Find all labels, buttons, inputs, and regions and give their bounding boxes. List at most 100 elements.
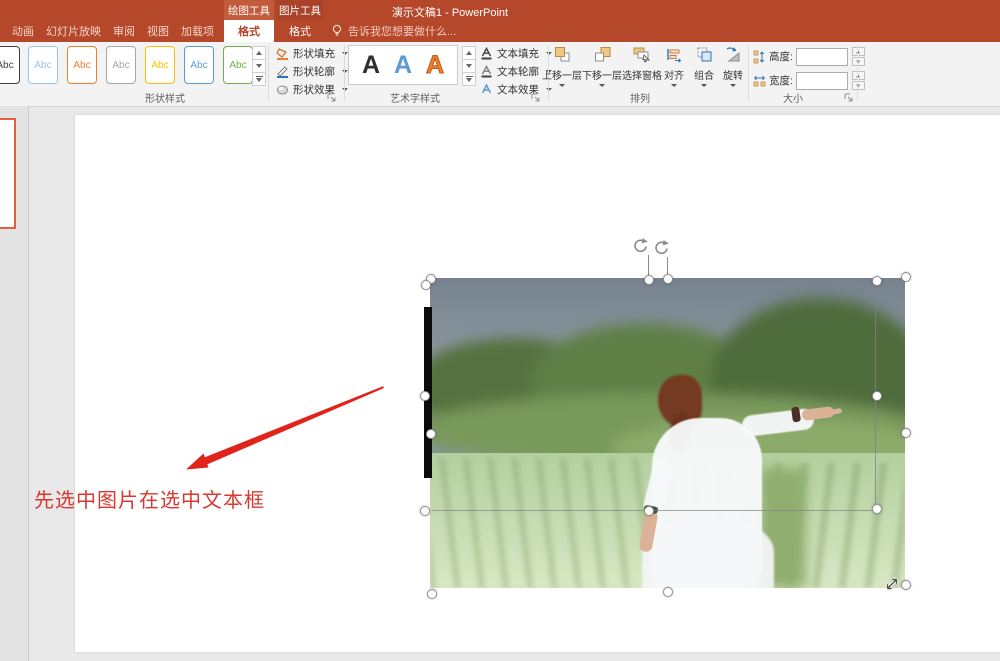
- rotate-handle-textbox[interactable]: [631, 237, 649, 255]
- wordart-scroll-up[interactable]: [462, 46, 476, 60]
- rotate-handle-picture[interactable]: [652, 239, 670, 257]
- height-field-row: 高度:: [753, 47, 865, 66]
- picture-handle-top-right[interactable]: [901, 272, 911, 282]
- contextual-tab-drawing-tools[interactable]: 绘图工具: [224, 0, 274, 20]
- pencil-outline-icon: [276, 65, 289, 78]
- shape-effects-button[interactable]: 形状效果: [276, 81, 348, 98]
- lightbulb-icon: [331, 24, 343, 38]
- contextual-tab-picture-tools[interactable]: 图片工具: [277, 0, 323, 20]
- text-effects-icon: [480, 83, 493, 96]
- textbox-handle-top-right[interactable]: [872, 276, 882, 286]
- wordart-style-2[interactable]: A: [394, 53, 412, 78]
- wordart-style-3[interactable]: A: [426, 53, 444, 78]
- tab-animation[interactable]: 动画: [6, 20, 40, 42]
- picture-handle-bottom-mid[interactable]: [663, 587, 673, 597]
- picture-handle-mid-left[interactable]: [426, 429, 436, 439]
- textbox-handle-mid-left[interactable]: [420, 391, 430, 401]
- ribbon-tab-row: 动画 幻灯片放映 审阅 视图 加载项: [6, 20, 220, 42]
- height-icon: [753, 50, 766, 64]
- tab-format-drawing-active[interactable]: 格式: [224, 20, 274, 42]
- width-spinner[interactable]: [852, 71, 865, 90]
- tab-addins[interactable]: 加载项: [175, 20, 220, 42]
- window-title: 演示文稿1 - PowerPoint: [330, 4, 570, 20]
- bring-forward-icon: [554, 46, 571, 63]
- text-outline-label: 文本轮廓: [497, 64, 539, 79]
- bring-forward-button[interactable]: 上移一层: [542, 44, 582, 87]
- group-label-size: 大小: [765, 90, 821, 105]
- shape-fill-label: 形状填充: [293, 46, 335, 61]
- textbox-handle-bottom-left[interactable]: [420, 506, 430, 516]
- shape-style-preset[interactable]: Abc: [106, 46, 136, 84]
- tell-me-label: 告诉我您想要做什么...: [348, 23, 456, 39]
- shape-style-preset[interactable]: Abc: [0, 46, 20, 84]
- textbox-handle-bottom-right[interactable]: [872, 504, 882, 514]
- shape-outline-button[interactable]: 形状轮廓: [276, 63, 348, 80]
- gallery-scroll-down[interactable]: [252, 59, 266, 73]
- shape-fill-button[interactable]: 形状填充: [276, 45, 348, 62]
- wordart-scroll-down[interactable]: [462, 59, 476, 73]
- wordart-style-1[interactable]: A: [362, 53, 380, 78]
- selection-pane-label: 选择窗格: [622, 67, 662, 82]
- size-dialog-launcher[interactable]: [843, 92, 853, 102]
- wordart-more-button[interactable]: [462, 72, 476, 86]
- group-label-shape-styles: 形状样式: [120, 90, 210, 105]
- slide-picture[interactable]: [430, 278, 905, 588]
- tab-format-picture[interactable]: 格式: [277, 20, 323, 42]
- send-backward-icon: [594, 46, 611, 63]
- gallery-more-button[interactable]: [252, 72, 266, 86]
- textbox-handle-top-left[interactable]: [421, 280, 431, 290]
- shape-style-preset[interactable]: Abc: [67, 46, 97, 84]
- height-input[interactable]: [796, 48, 848, 66]
- rotate-icon: [724, 46, 742, 63]
- powerpoint-window: 绘图工具 图片工具 演示文稿1 - PowerPoint 动画 幻灯片放映 审阅…: [0, 0, 1000, 661]
- wordart-dialog-launcher[interactable]: [530, 92, 540, 102]
- group-objects-icon: [696, 46, 713, 63]
- text-fill-label: 文本填充: [497, 46, 539, 61]
- wordart-gallery[interactable]: A A A: [348, 45, 458, 85]
- rotate-label: 旋转: [723, 67, 743, 82]
- width-input[interactable]: [796, 72, 848, 90]
- rotate-stem-textbox: [648, 255, 649, 276]
- selection-pane-button[interactable]: 选择窗格: [622, 44, 662, 82]
- shape-style-preset[interactable]: Abc: [223, 46, 253, 84]
- shape-outline-label: 形状轮廓: [293, 64, 335, 79]
- selection-pane-icon: [633, 46, 651, 63]
- tab-slideshow[interactable]: 幻灯片放映: [40, 20, 107, 42]
- width-field-row: 宽度:: [753, 71, 865, 90]
- preset-label: Abc: [229, 60, 246, 71]
- shape-style-preset[interactable]: Abc: [28, 46, 58, 84]
- bring-forward-label: 上移一层: [542, 67, 582, 82]
- preset-label: Abc: [151, 60, 168, 71]
- send-backward-label: 下移一层: [582, 67, 622, 82]
- align-label: 对齐: [664, 67, 684, 82]
- gallery-scroll-up[interactable]: [252, 46, 266, 60]
- rotate-button[interactable]: 旋转: [716, 44, 750, 87]
- tell-me-box[interactable]: 告诉我您想要做什么...: [331, 20, 456, 42]
- align-icon: [666, 46, 683, 63]
- width-icon: [753, 74, 766, 88]
- shape-style-preset[interactable]: Abc: [184, 46, 214, 84]
- tab-review[interactable]: 审阅: [107, 20, 141, 42]
- preset-label: Abc: [34, 60, 51, 71]
- height-label: 高度:: [769, 49, 793, 64]
- picture-handle-top-mid[interactable]: [663, 274, 673, 284]
- height-spinner[interactable]: [852, 47, 865, 66]
- textbox-handle-mid-right[interactable]: [872, 391, 882, 401]
- send-backward-button[interactable]: 下移一层: [582, 44, 622, 87]
- group-label-wordart: 艺术字样式: [372, 90, 458, 105]
- width-label: 宽度:: [769, 73, 793, 88]
- shape-style-preset[interactable]: Abc: [145, 46, 175, 84]
- resize-cursor-icon: [884, 576, 900, 592]
- slide-thumbnail-selected[interactable]: [0, 118, 16, 229]
- picture-handle-bottom-right[interactable]: [901, 580, 911, 590]
- textbox-handle-top-mid[interactable]: [644, 275, 654, 285]
- preset-label: Abc: [112, 60, 129, 71]
- shape-styles-dialog-launcher[interactable]: [326, 92, 336, 102]
- picture-handle-mid-right[interactable]: [901, 428, 911, 438]
- textbox-handle-bottom-mid[interactable]: [644, 506, 654, 516]
- paint-bucket-icon: [276, 47, 289, 60]
- picture-handle-bottom-left[interactable]: [427, 589, 437, 599]
- text-fill-icon: [480, 47, 493, 60]
- align-button[interactable]: 对齐: [658, 44, 690, 87]
- tab-view[interactable]: 视图: [141, 20, 175, 42]
